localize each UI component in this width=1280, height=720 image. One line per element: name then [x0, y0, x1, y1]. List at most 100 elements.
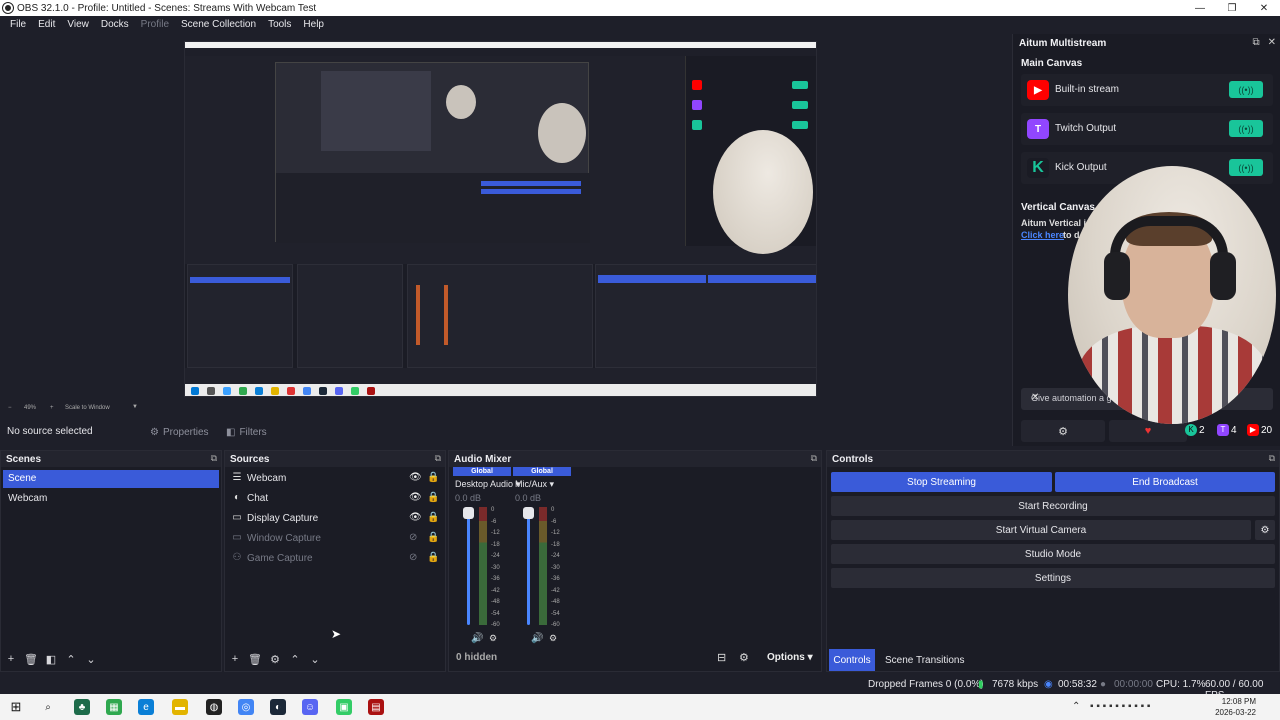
scene-item[interactable]: Scene	[3, 470, 219, 488]
add-icon[interactable]: +	[1, 649, 21, 669]
float-icon[interactable]: ⧉	[811, 453, 817, 464]
trash-icon[interactable]: 🗑	[245, 649, 265, 669]
stop-streaming-button[interactable]: Stop Streaming	[831, 472, 1052, 492]
app-icon[interactable]: ▣	[336, 699, 352, 715]
eye-icon[interactable]: 👁	[409, 472, 422, 483]
folder-icon[interactable]: ▬	[172, 699, 188, 715]
close-icon[interactable]: ✕	[1268, 37, 1276, 48]
source-item-chat[interactable]: ◐ Chat 👁 🔒	[229, 490, 443, 508]
lock-icon[interactable]: 🔒	[427, 512, 439, 523]
search-icon[interactable]: ⌕	[40, 699, 56, 715]
move-down-icon[interactable]: ⌄	[305, 649, 325, 669]
mixer-channel-desktop: Global Desktop Audio ▾ 0.0 dB 0 -6 -12 -18-…	[453, 467, 520, 647]
zoom-in-icon[interactable]: +	[50, 405, 54, 411]
lock-icon[interactable]: 🔒	[427, 532, 439, 543]
float-icon[interactable]: ⧉	[1269, 453, 1275, 464]
tab-scene-transitions[interactable]: Scene Transitions	[881, 649, 969, 671]
speaker-icon[interactable]: 🔊	[471, 633, 483, 644]
eye-hidden-icon[interactable]: ⊘	[409, 532, 417, 543]
app-icon[interactable]: ♣	[74, 699, 90, 715]
float-icon[interactable]: ⧉	[435, 453, 441, 464]
gear-icon[interactable]: ⚙	[549, 633, 557, 644]
lock-icon[interactable]: 🔒	[427, 472, 439, 483]
menu-profile[interactable]: Profile	[135, 19, 175, 30]
tab-controls[interactable]: Controls	[829, 649, 875, 671]
speaker-icon[interactable]: 🔊	[531, 633, 543, 644]
taskbar-time: 12:08 PM	[1221, 697, 1256, 706]
move-up-icon[interactable]: ⌃	[61, 649, 81, 669]
volume-slider-track[interactable]	[467, 507, 470, 625]
mouse-cursor-icon: ➤	[331, 627, 342, 641]
move-up-icon[interactable]: ⌃	[285, 649, 305, 669]
scenes-toolbar: + 🗑 ◧ ⌃ ⌄	[1, 647, 221, 671]
options-button[interactable]: Options ▾	[767, 652, 813, 663]
filters-button[interactable]: ◧ Filters	[226, 424, 267, 440]
taskbar-clock[interactable]: 12:08 PM 2026-03-22	[1215, 696, 1256, 718]
gear-icon[interactable]: ⚙	[489, 633, 497, 644]
sources-title: Sources	[230, 454, 270, 465]
menu-docks[interactable]: Docks	[95, 19, 135, 30]
start-recording-button[interactable]: Start Recording	[831, 496, 1275, 516]
gear-icon[interactable]: ⚙	[265, 649, 285, 669]
zoom-out-icon[interactable]: −	[8, 405, 12, 411]
steam-icon[interactable]: ◐	[270, 699, 286, 715]
click-here-link[interactable]: Click here	[1021, 230, 1064, 240]
lock-icon[interactable]: 🔒	[427, 552, 439, 563]
chrome-icon[interactable]: ◎	[238, 699, 254, 715]
scene-item[interactable]: Webcam	[3, 490, 219, 508]
trash-icon[interactable]: 🗑	[21, 649, 41, 669]
app-icon[interactable]: ▤	[368, 699, 384, 715]
float-icon[interactable]: ⧉	[211, 453, 217, 464]
source-item-window-capture[interactable]: ▭ Window Capture ⊘ 🔒	[229, 530, 443, 548]
obs-icon[interactable]: ◍	[206, 699, 222, 715]
channel-name-dropdown[interactable]: Mic/Aux ▾	[515, 479, 554, 490]
float-icon[interactable]: ⧉	[1252, 37, 1259, 48]
tray-icons[interactable]: ▪ ▪ ▪ ▪ ▪ ▪ ▪ ▪ ▪ ▪	[1090, 701, 1150, 712]
minecraft-icon[interactable]: ▦	[106, 699, 122, 715]
stream-toggle-button[interactable]: ((•))	[1229, 81, 1263, 98]
edge-icon[interactable]: e	[138, 699, 154, 715]
volume-slider-handle[interactable]	[523, 507, 534, 519]
eye-icon[interactable]: 👁	[409, 512, 422, 523]
minimize-icon[interactable]: —	[1184, 0, 1216, 16]
menu-scene-collection[interactable]: Scene Collection	[175, 19, 262, 30]
settings-button[interactable]: Settings	[831, 568, 1275, 588]
discord-icon[interactable]: ☺	[302, 699, 318, 715]
scale-mode[interactable]: Scale to Window	[65, 405, 110, 411]
windows-start-icon[interactable]: ⊞	[8, 699, 24, 715]
menu-tools[interactable]: Tools	[262, 19, 297, 30]
volume-slider-track[interactable]	[527, 507, 530, 625]
move-down-icon[interactable]: ⌄	[81, 649, 101, 669]
start-virtual-camera-button[interactable]: Start Virtual Camera	[831, 520, 1251, 540]
layout-icon[interactable]: ⊟	[717, 651, 726, 664]
preview-area[interactable]	[0, 34, 1010, 404]
restore-icon[interactable]: ❐	[1216, 0, 1248, 16]
menu-help[interactable]: Help	[297, 19, 330, 30]
end-broadcast-button[interactable]: End Broadcast	[1055, 472, 1275, 492]
studio-mode-button[interactable]: Studio Mode	[831, 544, 1275, 564]
close-icon[interactable]: ✕	[1248, 0, 1280, 16]
chevron-up-icon[interactable]: ⌃	[1072, 701, 1080, 712]
source-item-webcam[interactable]: ☰ Webcam 👁 🔒	[229, 470, 443, 488]
menu-view[interactable]: View	[61, 19, 95, 30]
filter-icon[interactable]: ◧	[41, 649, 61, 669]
stream-toggle-button[interactable]: ((•))	[1229, 120, 1263, 137]
chevron-down-icon[interactable]: ▼	[132, 404, 138, 410]
multistream-title: Aitum Multistream	[1019, 38, 1107, 49]
eye-icon[interactable]: 👁	[409, 492, 422, 503]
eye-hidden-icon[interactable]: ⊘	[409, 552, 417, 563]
source-item-game-capture[interactable]: ⚇ Game Capture ⊘ 🔒	[229, 550, 443, 568]
volume-slider-handle[interactable]	[463, 507, 474, 519]
channel-name-dropdown[interactable]: Desktop Audio ▾	[455, 479, 520, 490]
stream-toggle-button[interactable]: ((•))	[1229, 159, 1263, 176]
nested-docks	[185, 264, 816, 368]
lock-icon[interactable]: 🔒	[427, 492, 439, 503]
program-preview[interactable]	[184, 41, 817, 397]
properties-button[interactable]: ⚙ Properties	[150, 424, 209, 440]
advanced-audio-icon[interactable]: ⚙	[739, 651, 749, 664]
menu-file[interactable]: File	[4, 19, 32, 30]
gear-icon[interactable]: ⚙	[1255, 520, 1275, 540]
source-item-display-capture[interactable]: ▭ Display Capture 👁 🔒	[229, 510, 443, 528]
add-icon[interactable]: +	[225, 649, 245, 669]
menu-edit[interactable]: Edit	[32, 19, 61, 30]
